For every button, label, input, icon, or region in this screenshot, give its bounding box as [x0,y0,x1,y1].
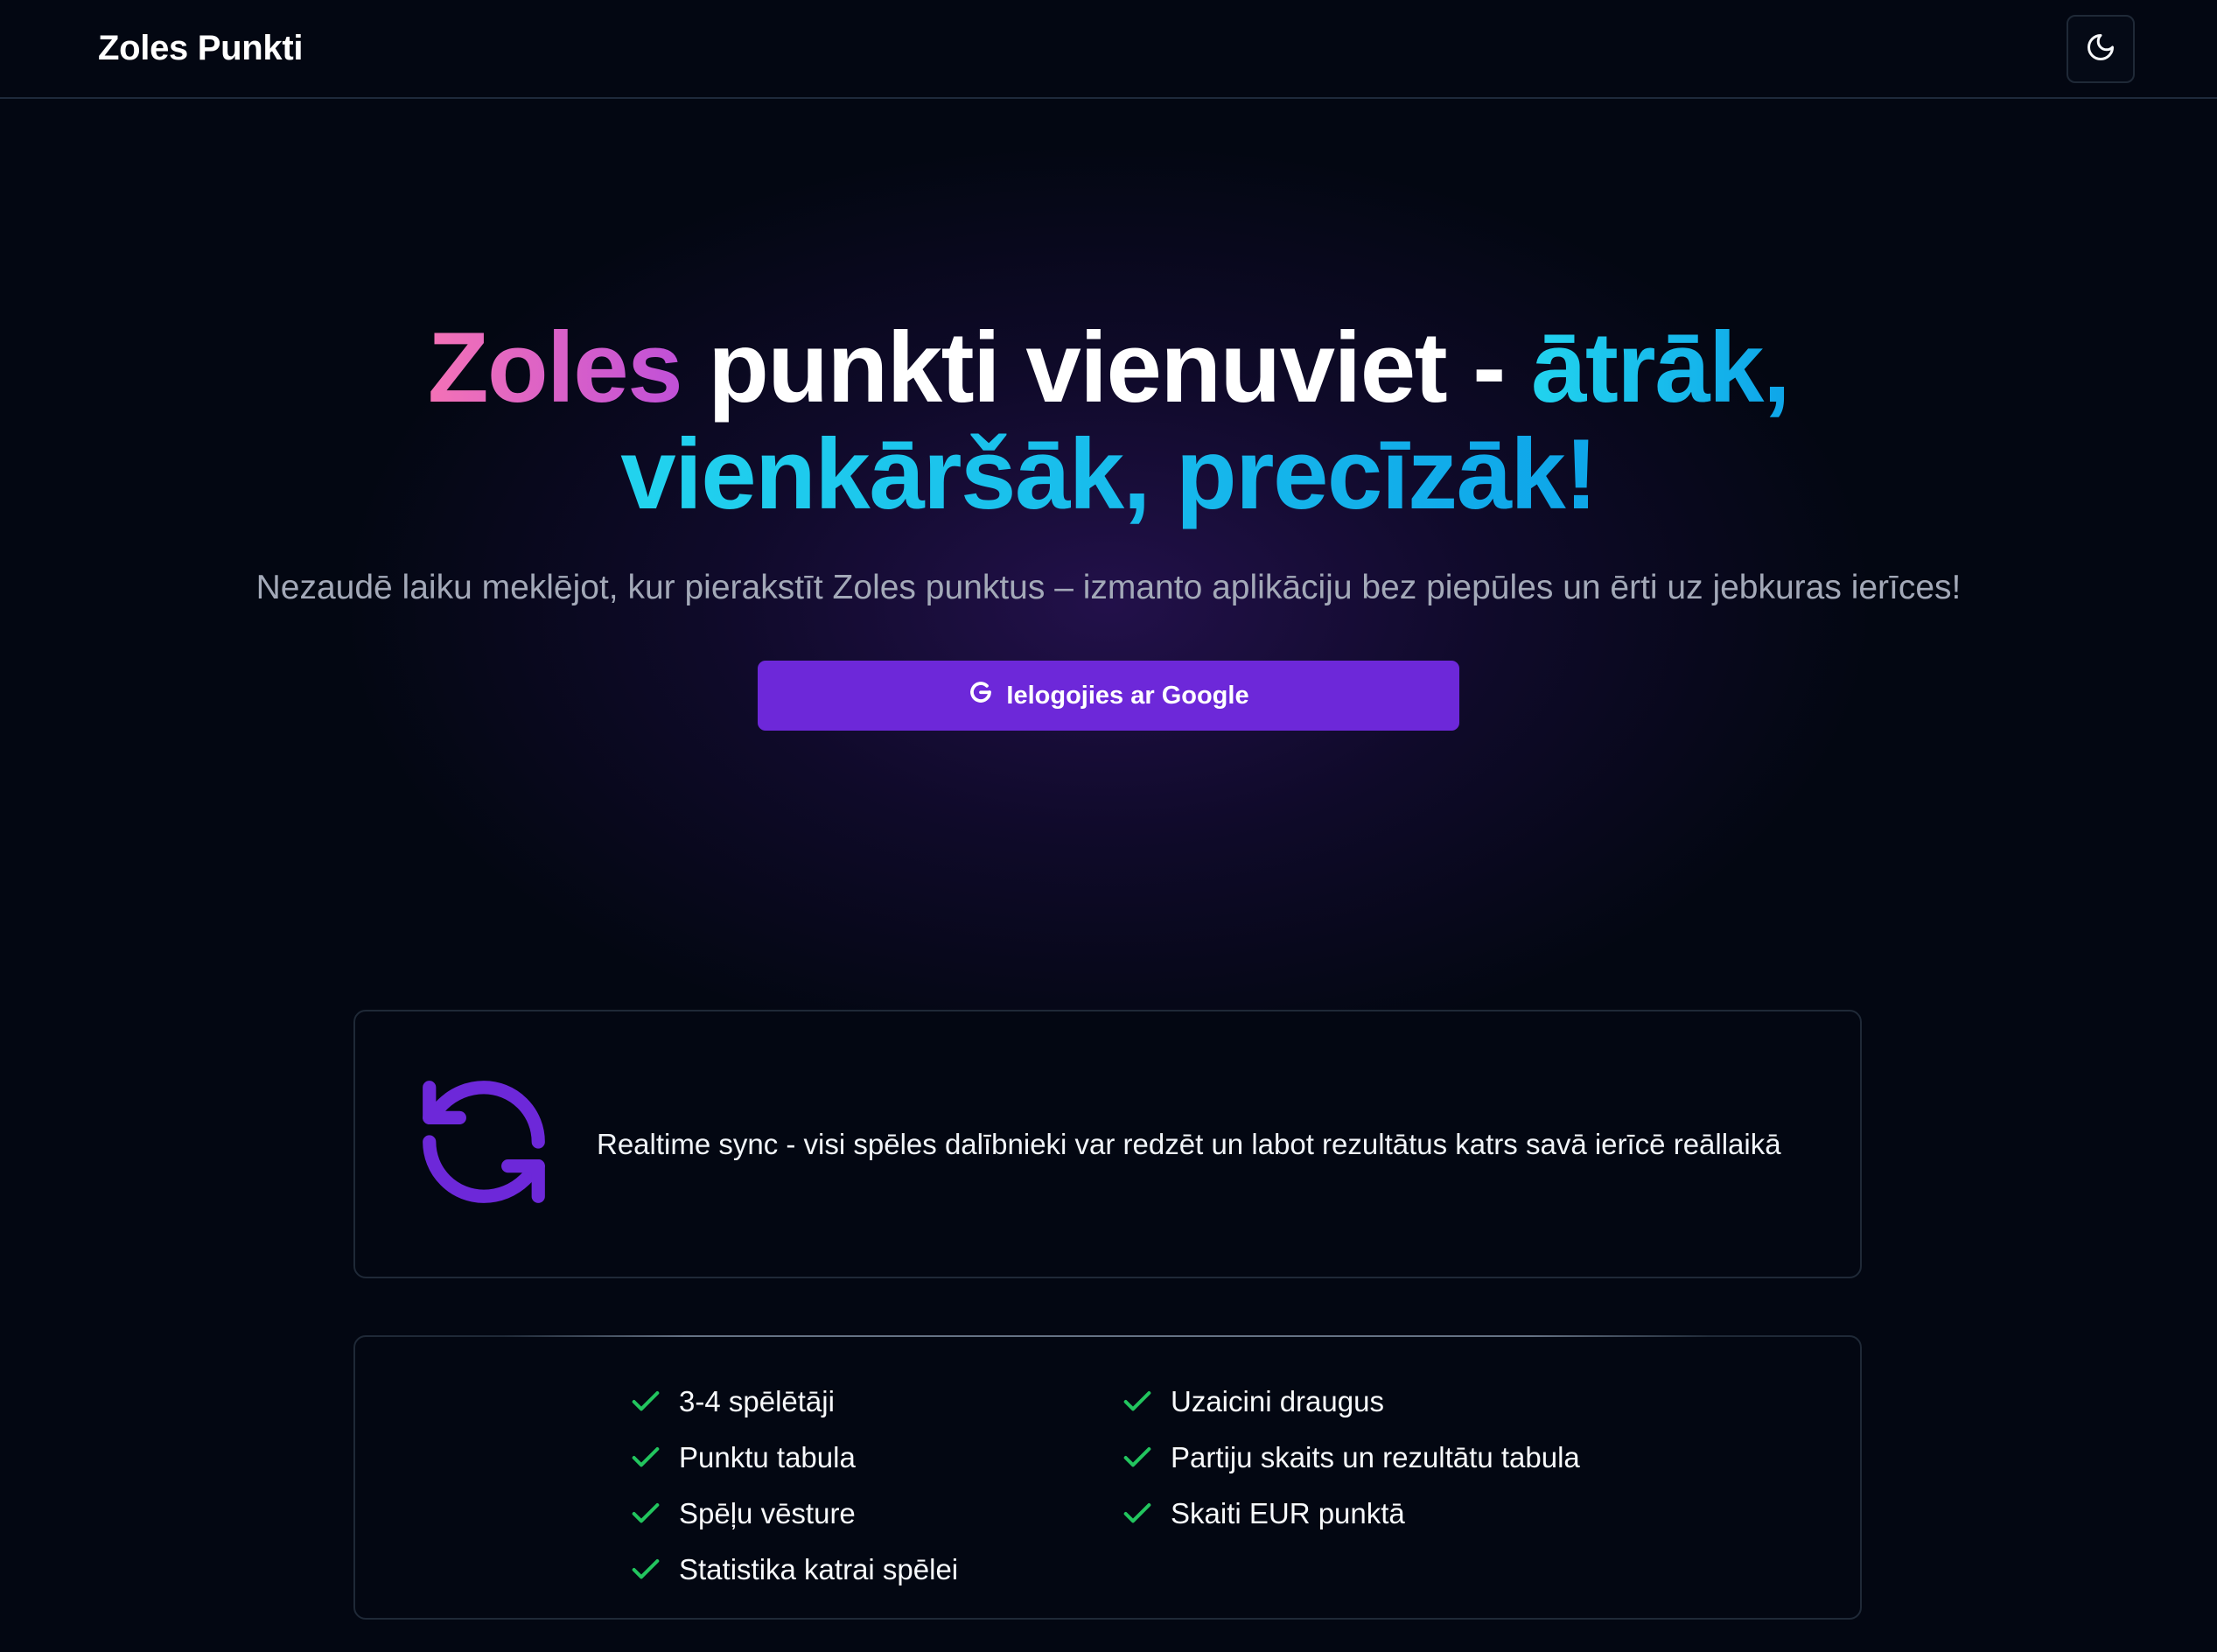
title-highlight-zoles: Zoles [427,312,683,424]
google-icon [968,679,994,712]
card-top-divider [504,1335,1711,1337]
feature-label: Spēļu vēsture [679,1497,856,1530]
features-card: 3-4 spēlētāji Punktu tabula Spēļu vēstur… [353,1335,1862,1620]
title-text-main: punkti vienuviet - [708,312,1506,424]
feature-label: Punktu tabula [679,1441,856,1474]
title-highlight-rest: vienkāršāk, precīzāk! [620,419,1598,530]
features-list-right: Uzaicini draugus Partiju skaits un rezul… [1118,1374,1580,1542]
feature-item: Skaiti EUR punktā [1118,1486,1580,1542]
feature-item: Uzaicini draugus [1118,1374,1580,1430]
feature-label: Uzaicini draugus [1171,1385,1384,1418]
check-icon [1118,1438,1157,1477]
check-icon [626,1550,665,1589]
feature-label: Partiju skaits un rezultātu tabula [1171,1441,1580,1474]
sync-description: Realtime sync - visi spēles dalībnieki v… [597,1127,1781,1160]
feature-label: Statistika katrai spēlei [679,1553,959,1586]
google-login-label: Ielogojies ar Google [1006,681,1249,710]
sync-icon [411,1069,556,1219]
theme-toggle-button[interactable] [2067,14,2135,83]
check-icon [626,1494,665,1533]
top-navbar: Zoles Punkti [0,0,2217,99]
check-icon [626,1438,665,1477]
realtime-sync-card: Realtime sync - visi spēles dalībnieki v… [353,1010,1862,1278]
feature-item: 3-4 spēlētāji [626,1374,958,1430]
feature-item: Partiju skaits un rezultātu tabula [1118,1430,1580,1486]
check-icon [626,1382,665,1421]
check-icon [1118,1494,1157,1533]
hero-subtitle: Nezaudē laiku meklējot, kur pierakstīt Z… [255,569,1962,606]
brand-logo-text[interactable]: Zoles Punkti [98,29,304,68]
feature-item: Statistika katrai spēlei [626,1542,958,1598]
feature-item: Punktu tabula [626,1430,958,1486]
feature-item: Spēļu vēsture [626,1486,958,1542]
moon-icon [2085,32,2116,66]
hero-section: Zoles punkti vienuviet - ātrāk, vienkārš… [0,315,2217,731]
feature-label: 3-4 spēlētāji [679,1385,835,1418]
feature-label: Skaiti EUR punktā [1171,1497,1405,1530]
hero-title: Zoles punkti vienuviet - ātrāk, vienkārš… [0,315,2217,528]
check-icon [1118,1382,1157,1421]
features-list-left: 3-4 spēlētāji Punktu tabula Spēļu vēstur… [626,1374,958,1598]
title-highlight-atrak: ātrāk, [1530,312,1791,424]
google-login-button[interactable]: Ielogojies ar Google [758,661,1459,731]
landing-page: Zoles Punkti Zoles punkti vienuviet - āt… [0,0,2217,1652]
